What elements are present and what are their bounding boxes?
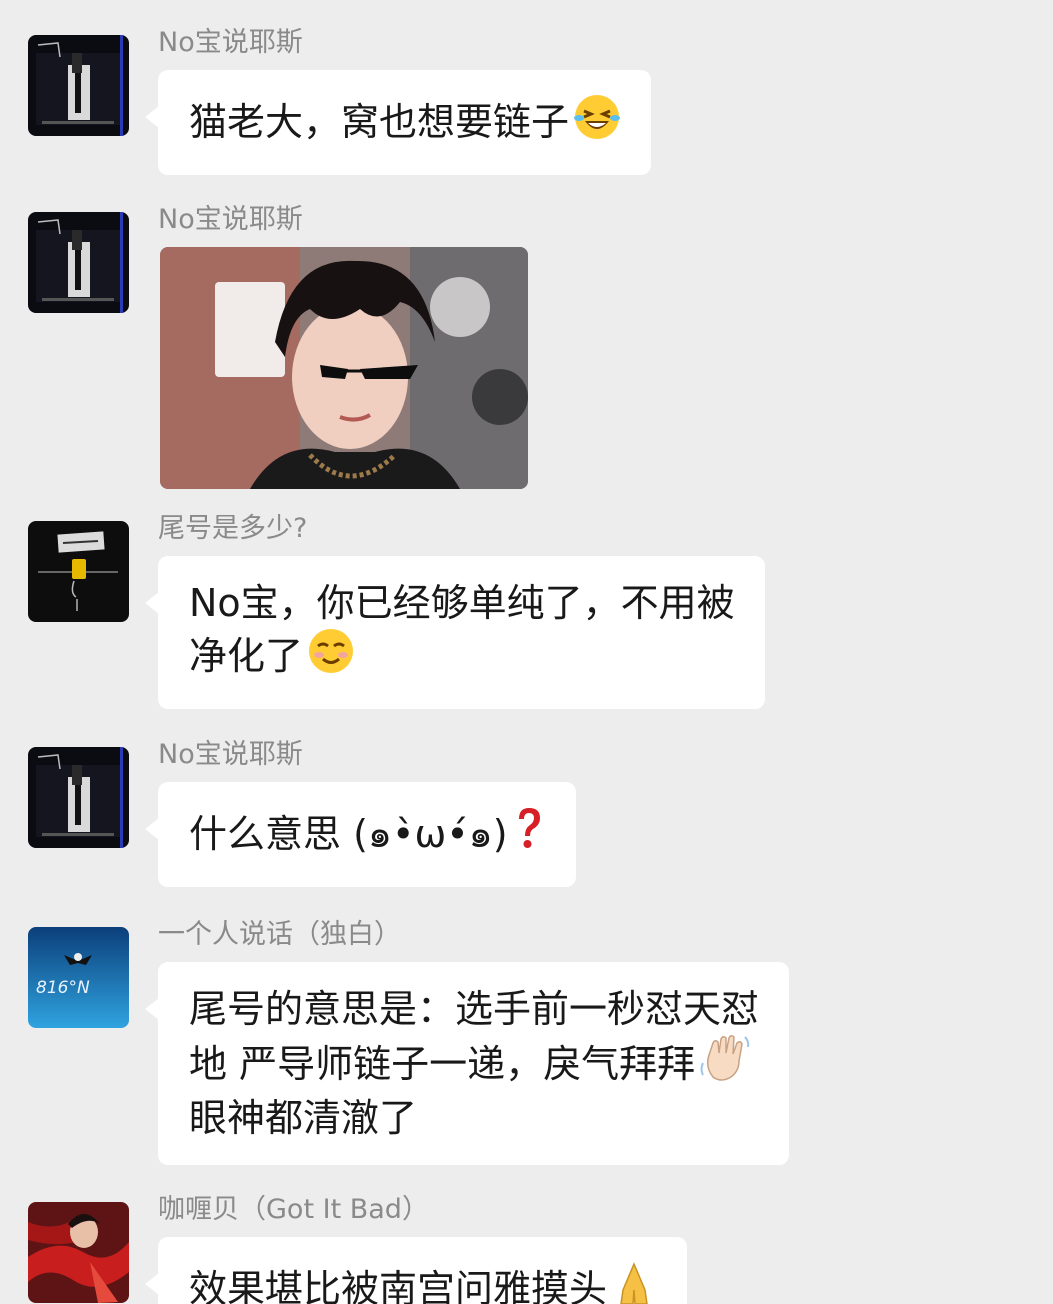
sender-name: 一个人说话（独白）: [158, 919, 401, 950]
message-text: 什么意思 (๑•̀ω•́๑): [189, 812, 508, 856]
sender-name: No宝说耶斯: [158, 27, 303, 58]
message-bubble[interactable]: 什么意思 (๑•̀ω•́๑): [145, 782, 576, 887]
sender-name: 咖喱贝（Got It Bad）: [158, 1194, 429, 1225]
message-text: No宝，你已经够单纯了，不用被: [189, 581, 735, 625]
message-bubble[interactable]: 效果堪比被南宫问雅摸头: [144, 1237, 688, 1304]
laughing-tears-emoji-icon: [573, 93, 621, 152]
shared-photo[interactable]: [160, 247, 528, 489]
red-question-emoji-icon: [512, 805, 546, 864]
message-text: 眼神都清澈了: [189, 1096, 418, 1140]
message-bubble[interactable]: No宝，你已经够单纯了，不用被 净化了: [145, 556, 765, 709]
message-bubble[interactable]: 猫老大，窝也想要链子: [144, 70, 652, 175]
message-text: 地 严导师链子一递，戾气拜拜: [189, 1042, 696, 1086]
avatar[interactable]: [28, 1202, 129, 1303]
sender-name: No宝说耶斯: [158, 739, 303, 770]
smiling-blush-emoji-icon: [307, 627, 355, 686]
avatar-caption: 816°N: [36, 978, 90, 998]
message-text: 猫老大，窝也想要链子: [189, 100, 570, 144]
chat-message-list[interactable]: No宝说耶斯 猫老大，窝也想要链子 No宝说耶斯 尾号是多少? No宝，你已经够…: [0, 0, 1053, 1304]
sender-name: No宝说耶斯: [158, 204, 303, 235]
avatar[interactable]: [28, 212, 129, 313]
avatar[interactable]: 816°N: [28, 927, 129, 1028]
message-bubble[interactable]: 尾号的意思是：选手前一秒怼天怼 地 严导师链子一递，戾气拜拜 眼神都清澈了: [144, 962, 790, 1165]
avatar[interactable]: [28, 35, 129, 136]
message-text: 尾号的意思是：选手前一秒怼天怼: [189, 987, 760, 1031]
waving-hand-emoji-icon: [699, 1033, 753, 1094]
avatar[interactable]: [28, 521, 129, 622]
message-text: 效果堪比被南宫问雅摸头: [189, 1267, 608, 1304]
message-text: 净化了: [189, 634, 304, 678]
avatar[interactable]: [28, 747, 129, 848]
folded-hands-emoji-icon: [611, 1260, 657, 1304]
sender-name: 尾号是多少?: [158, 513, 308, 544]
